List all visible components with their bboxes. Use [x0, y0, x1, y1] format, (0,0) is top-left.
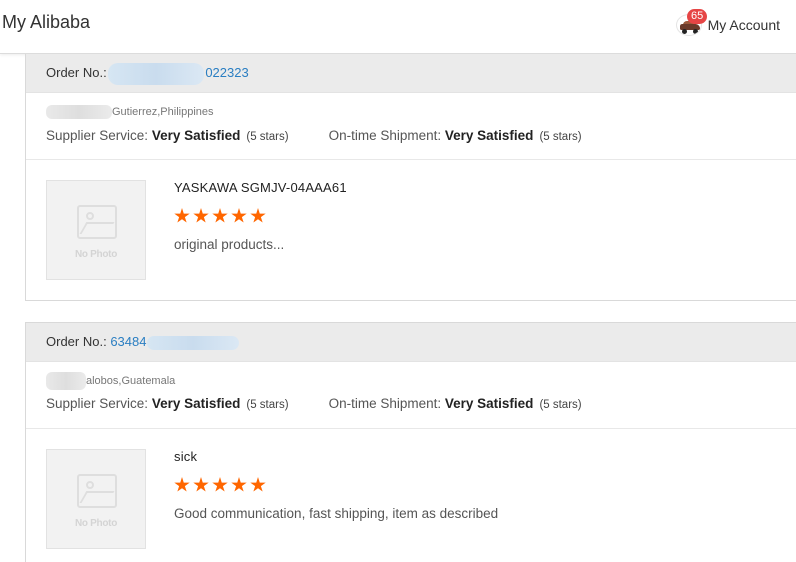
redacted-buyer-name [46, 372, 86, 390]
buyer-location-text: Gutierrez,Philippines [112, 106, 214, 118]
star-rating [174, 208, 269, 228]
order-header: Order No.: 022323 [26, 54, 796, 93]
product-review: No Photo YASKAWA SGMJV-04AAA61 original … [26, 160, 796, 300]
star-icon [212, 477, 228, 492]
shipment-value: Very Satisfied [444, 396, 534, 411]
order-review-card: Order No.: 63484 alobos,Guatemala Suppli… [25, 322, 796, 562]
shipment-stars: (5 stars) [539, 131, 582, 143]
top-header: My Alibaba My Account 65 [0, 0, 796, 54]
product-title[interactable]: YASKAWA SGMJV-04AAA61 [174, 180, 347, 195]
star-icon [174, 477, 190, 492]
order-info: alobos,Guatemala Supplier Service: Very … [26, 362, 796, 429]
product-photo[interactable]: No Photo [46, 180, 146, 280]
no-photo-text: No Photo [74, 518, 118, 529]
shipment-label: On-time Shipment: [328, 128, 442, 143]
product-title[interactable]: sick [174, 449, 197, 464]
order-number-link[interactable]: 63484 [110, 334, 146, 349]
notification-badge: 65 [687, 9, 708, 24]
image-placeholder-icon [77, 474, 117, 508]
image-placeholder-icon [77, 205, 117, 239]
redacted-order-number [108, 62, 205, 85]
order-label: Order No.: [46, 334, 107, 349]
no-photo-text: No Photo [74, 249, 118, 260]
product-photo[interactable]: No Photo [46, 449, 146, 549]
review-comment: original products... [174, 237, 285, 252]
shipment-value: Very Satisfied [444, 128, 534, 143]
buyer-location: Gutierrez,Philippines [46, 104, 796, 120]
supplier-service-value: Very Satisfied [151, 128, 241, 143]
shipment-label: On-time Shipment: [328, 396, 442, 411]
supplier-service-value: Very Satisfied [151, 396, 241, 411]
redacted-order-number [147, 335, 240, 350]
brand-title[interactable]: My Alibaba [2, 12, 90, 33]
supplier-service-label: Supplier Service: [46, 128, 149, 143]
star-icon [250, 208, 266, 223]
my-account-link[interactable]: My Account [708, 17, 780, 33]
star-icon [212, 208, 228, 223]
buyer-location: alobos,Guatemala [46, 372, 796, 390]
star-icon [231, 477, 247, 492]
review-comment: Good communication, fast shipping, item … [174, 506, 499, 521]
order-review-card: Order No.: 022323 Gutierrez,Philippines … [25, 54, 796, 301]
order-header: Order No.: 63484 [26, 322, 796, 362]
avatar-image-part [692, 29, 698, 34]
star-icon [193, 477, 209, 492]
star-icon [193, 208, 209, 223]
star-icon [231, 208, 247, 223]
supplier-service-label: Supplier Service: [46, 396, 149, 411]
shipment-stars: (5 stars) [539, 399, 582, 411]
redacted-buyer-name [46, 105, 112, 120]
buyer-location-text: alobos,Guatemala [86, 374, 176, 387]
star-icon [250, 477, 266, 492]
order-info: Gutierrez,Philippines Supplier Service: … [26, 93, 796, 160]
product-review: No Photo sick Good communication, fast s… [26, 429, 796, 562]
supplier-service-stars: (5 stars) [246, 131, 289, 143]
service-ratings: Supplier Service: Very Satisfied (5 stars… [46, 127, 796, 145]
service-ratings: Supplier Service: Very Satisfied (5 stars… [46, 395, 796, 413]
avatar-image-part [681, 29, 687, 34]
star-rating [174, 477, 269, 497]
order-label: Order No.: [46, 65, 107, 80]
star-icon [174, 208, 190, 223]
order-number-link[interactable]: 022323 [205, 65, 248, 80]
supplier-service-stars: (5 stars) [246, 399, 289, 411]
